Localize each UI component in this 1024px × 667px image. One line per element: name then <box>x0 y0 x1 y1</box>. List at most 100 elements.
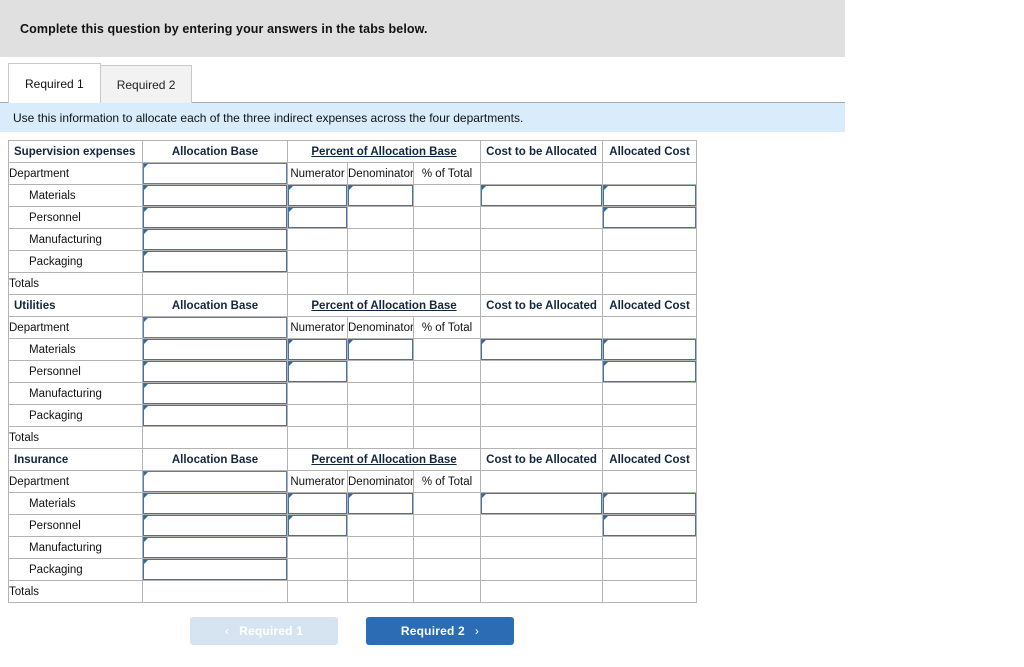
input-materials-allocation-base[interactable] <box>143 339 287 360</box>
cell-personnel-numerator[interactable] <box>287 514 348 537</box>
input-materials-numerator[interactable] <box>288 185 347 206</box>
cell-department-cost-to-be-allocated[interactable] <box>480 316 604 339</box>
cell-packaging-allocation-base[interactable] <box>142 404 288 427</box>
cell-personnel-allocated-cost[interactable] <box>602 360 698 383</box>
input-personnel-allocation-base[interactable] <box>143 207 287 228</box>
cell-materials-denominator[interactable] <box>347 184 414 207</box>
cell-packaging-allocated-cost[interactable] <box>602 404 698 427</box>
next-required-2-button[interactable]: Required 2 › <box>366 617 514 645</box>
cell-packaging-allocated-cost[interactable] <box>602 250 698 273</box>
cell-materials-percent-of-total[interactable] <box>412 184 482 207</box>
cell-manufacturing-allocation-base[interactable] <box>142 382 288 405</box>
cell-packaging-cost-to-be-allocated[interactable] <box>480 250 604 273</box>
cell-manufacturing-numerator[interactable] <box>287 228 348 251</box>
cell-personnel-allocated-cost[interactable] <box>602 206 698 229</box>
cell-packaging-cost-to-be-allocated[interactable] <box>480 404 604 427</box>
input-materials-numerator[interactable] <box>288 493 347 514</box>
input-personnel-allocated-cost[interactable] <box>603 361 696 382</box>
input-materials-numerator[interactable] <box>288 339 347 360</box>
input-personnel-numerator[interactable] <box>288 361 347 382</box>
cell-materials-cost-to-be-allocated[interactable] <box>480 338 604 361</box>
cell-manufacturing-cost-to-be-allocated[interactable] <box>480 536 604 559</box>
input-manufacturing-allocation-base[interactable] <box>143 229 287 250</box>
input-personnel-allocation-base[interactable] <box>143 361 287 382</box>
cell-manufacturing-allocated-cost[interactable] <box>602 228 698 251</box>
cell-materials-denominator[interactable] <box>347 492 414 515</box>
cell-packaging-allocated-cost[interactable] <box>602 558 698 581</box>
cell-department-cost-to-be-allocated[interactable] <box>480 470 604 493</box>
cell-personnel-allocation-base[interactable] <box>142 514 288 537</box>
cell-personnel-allocation-base[interactable] <box>142 360 288 383</box>
input-materials-cost-to-be-allocated[interactable] <box>481 339 602 360</box>
cell-personnel-allocated-cost[interactable] <box>602 514 698 537</box>
input-department-allocation-base[interactable] <box>143 163 287 184</box>
cell-department-allocated-cost[interactable] <box>602 162 698 185</box>
input-materials-denominator[interactable] <box>348 493 413 514</box>
cell-manufacturing-denominator[interactable] <box>347 228 414 251</box>
input-manufacturing-allocation-base[interactable] <box>143 537 287 558</box>
cell-personnel-denominator[interactable] <box>347 360 414 383</box>
cell-materials-allocated-cost[interactable] <box>602 184 698 207</box>
cell-packaging-percent-of-total[interactable] <box>412 558 482 581</box>
cell-packaging-allocation-base[interactable] <box>142 558 288 581</box>
cell-department-allocated-cost[interactable] <box>602 316 698 339</box>
cell-materials-allocated-cost[interactable] <box>602 492 698 515</box>
input-personnel-allocated-cost[interactable] <box>603 515 696 536</box>
cell-personnel-cost-to-be-allocated[interactable] <box>480 514 604 537</box>
cell-materials-numerator[interactable] <box>287 492 348 515</box>
cell-personnel-percent-of-total[interactable] <box>412 206 482 229</box>
cell-manufacturing-denominator[interactable] <box>347 382 414 405</box>
cell-personnel-cost-to-be-allocated[interactable] <box>480 206 604 229</box>
cell-manufacturing-percent-of-total[interactable] <box>412 228 482 251</box>
cell-department-allocated-cost[interactable] <box>602 470 698 493</box>
cell-department-cost-to-be-allocated[interactable] <box>480 162 604 185</box>
input-manufacturing-allocation-base[interactable] <box>143 383 287 404</box>
cell-materials-percent-of-total[interactable] <box>412 492 482 515</box>
input-materials-denominator[interactable] <box>348 185 413 206</box>
input-materials-allocated-cost[interactable] <box>603 185 696 206</box>
cell-department-allocation-base[interactable] <box>142 316 288 339</box>
cell-materials-cost-to-be-allocated[interactable] <box>480 184 604 207</box>
input-materials-allocation-base[interactable] <box>143 185 287 206</box>
cell-personnel-denominator[interactable] <box>347 514 414 537</box>
cell-materials-numerator[interactable] <box>287 338 348 361</box>
cell-materials-numerator[interactable] <box>287 184 348 207</box>
input-materials-cost-to-be-allocated[interactable] <box>481 493 602 514</box>
input-materials-cost-to-be-allocated[interactable] <box>481 185 602 206</box>
cell-personnel-allocation-base[interactable] <box>142 206 288 229</box>
tab-required-1[interactable]: Required 1 <box>8 63 101 103</box>
cell-manufacturing-allocation-base[interactable] <box>142 228 288 251</box>
cell-manufacturing-allocation-base[interactable] <box>142 536 288 559</box>
cell-packaging-numerator[interactable] <box>287 404 348 427</box>
cell-personnel-numerator[interactable] <box>287 360 348 383</box>
cell-materials-allocation-base[interactable] <box>142 338 288 361</box>
cell-packaging-denominator[interactable] <box>347 404 414 427</box>
cell-packaging-denominator[interactable] <box>347 558 414 581</box>
cell-personnel-percent-of-total[interactable] <box>412 514 482 537</box>
cell-manufacturing-denominator[interactable] <box>347 536 414 559</box>
input-packaging-allocation-base[interactable] <box>143 251 287 272</box>
cell-packaging-allocation-base[interactable] <box>142 250 288 273</box>
input-materials-denominator[interactable] <box>348 339 413 360</box>
cell-materials-cost-to-be-allocated[interactable] <box>480 492 604 515</box>
input-packaging-allocation-base[interactable] <box>143 559 287 580</box>
tab-required-2[interactable]: Required 2 <box>99 65 193 103</box>
cell-packaging-numerator[interactable] <box>287 558 348 581</box>
cell-materials-denominator[interactable] <box>347 338 414 361</box>
cell-personnel-denominator[interactable] <box>347 206 414 229</box>
input-personnel-allocation-base[interactable] <box>143 515 287 536</box>
cell-packaging-percent-of-total[interactable] <box>412 250 482 273</box>
input-materials-allocated-cost[interactable] <box>603 493 696 514</box>
cell-materials-allocation-base[interactable] <box>142 492 288 515</box>
cell-personnel-cost-to-be-allocated[interactable] <box>480 360 604 383</box>
input-personnel-numerator[interactable] <box>288 515 347 536</box>
cell-materials-percent-of-total[interactable] <box>412 338 482 361</box>
cell-packaging-denominator[interactable] <box>347 250 414 273</box>
cell-packaging-percent-of-total[interactable] <box>412 404 482 427</box>
cell-materials-allocated-cost[interactable] <box>602 338 698 361</box>
cell-packaging-cost-to-be-allocated[interactable] <box>480 558 604 581</box>
cell-department-allocation-base[interactable] <box>142 162 288 185</box>
cell-manufacturing-cost-to-be-allocated[interactable] <box>480 382 604 405</box>
cell-manufacturing-allocated-cost[interactable] <box>602 382 698 405</box>
previous-required-1-button[interactable]: ‹ Required 1 <box>190 617 338 645</box>
